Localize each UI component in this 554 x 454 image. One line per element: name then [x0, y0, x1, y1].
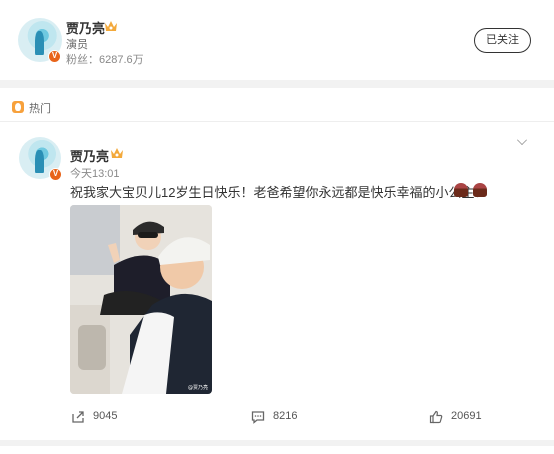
- comment-icon[interactable]: [251, 410, 265, 424]
- hot-section-header: [0, 88, 554, 122]
- follow-button[interactable]: 已关注: [474, 28, 531, 53]
- cake-emoji-icon: [454, 183, 468, 197]
- profile-fans-count: 粉丝：6287.6万: [66, 54, 144, 66]
- repost-icon[interactable]: [71, 410, 85, 424]
- hot-section-label: 热门: [29, 103, 51, 115]
- next-card-edge: [0, 446, 554, 454]
- photo-illustration: @贾乃亮: [70, 205, 212, 394]
- hot-icon: [12, 101, 24, 113]
- repost-count[interactable]: 9045: [93, 410, 117, 422]
- profile-name[interactable]: 贾乃亮: [66, 18, 105, 37]
- profile-role: 演员: [66, 39, 88, 51]
- like-icon[interactable]: [429, 410, 443, 424]
- post-verified-badge-icon: V: [49, 168, 62, 181]
- post-author-name[interactable]: 贾乃亮: [70, 146, 109, 165]
- photo-watermark: @贾乃亮: [188, 384, 208, 391]
- post-timestamp[interactable]: 今天13:01: [70, 165, 120, 181]
- verified-badge-icon: V: [48, 50, 61, 63]
- post-photo[interactable]: @贾乃亮: [70, 205, 212, 394]
- post-crown-icon: [111, 148, 123, 158]
- like-count[interactable]: 20691: [451, 410, 482, 422]
- crown-icon: [105, 21, 117, 31]
- comment-count[interactable]: 8216: [273, 410, 297, 422]
- post-text: 祝我家大宝贝儿12岁生日快乐！老爸希望你永远都是快乐幸福的小公主！: [70, 185, 488, 200]
- cake-emoji-icon: [473, 183, 487, 197]
